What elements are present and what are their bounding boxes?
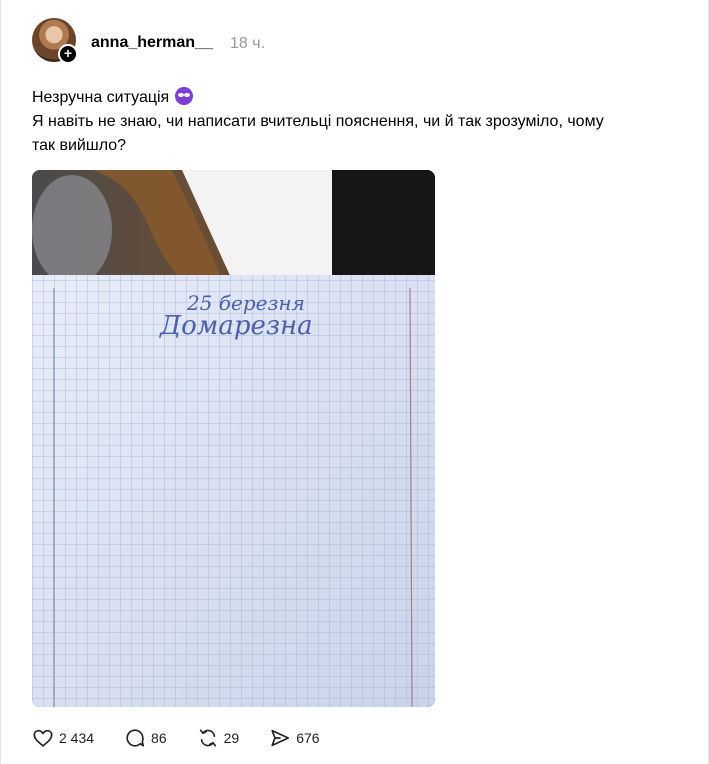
heart-icon [33,729,53,747]
notebook-photo: 25 березня Домарезна [32,170,435,707]
post-image[interactable]: 25 березня Домарезна [32,170,435,707]
eyes-emoji-icon [175,87,194,105]
post-actions: 2 434 86 29 676 [32,725,350,751]
like-count: 2 434 [59,730,95,746]
like-button[interactable]: 2 434 [32,725,94,751]
post-text-line-2: Я навіть не знаю, чи написати вчительці … [32,113,604,130]
post-text-line-1: Незручна ситуація [32,89,170,106]
plus-icon[interactable]: + [58,44,78,64]
username-link[interactable]: anna_herman__ [91,34,213,52]
repost-icon [199,729,216,747]
comment-button[interactable]: 86 [124,725,167,751]
avatar[interactable]: + [32,18,78,64]
send-icon [271,729,290,747]
comment-count: 86 [151,730,167,746]
post-text-line-3: так вийшло? [32,137,127,154]
post-body: Незручна ситуація Я навіть не знаю, чи н… [32,86,702,158]
comment-icon [126,729,145,747]
post-timestamp[interactable]: 18 ч. [230,35,265,53]
post-header: + [32,18,78,64]
share-count: 676 [296,730,320,746]
repost-button[interactable]: 29 [197,725,240,751]
share-button[interactable]: 676 [269,725,320,751]
repost-count: 29 [223,730,240,746]
handwritten-title: Домарезна [159,311,313,341]
